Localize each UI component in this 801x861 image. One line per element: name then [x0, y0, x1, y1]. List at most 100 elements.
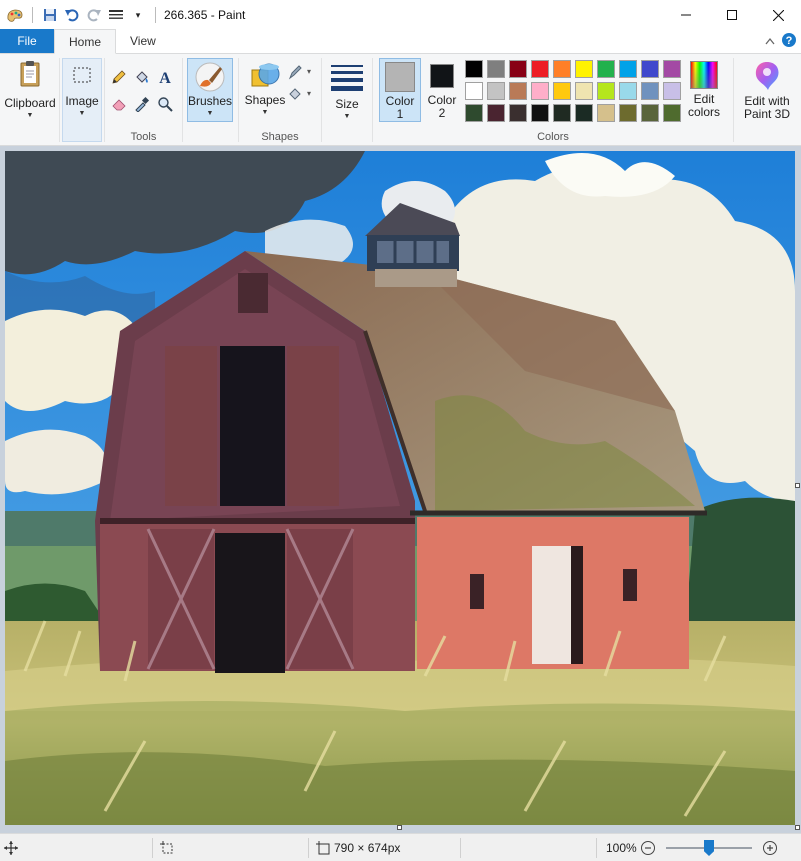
resize-handle-corner[interactable]: [795, 825, 800, 830]
group-tools: A Tools: [105, 54, 182, 146]
palette-swatch[interactable]: [465, 82, 483, 100]
help-icon[interactable]: ?: [781, 32, 797, 51]
zoom-level: 100%: [606, 841, 637, 855]
image-label: Image: [65, 94, 99, 108]
palette-swatch[interactable]: [465, 104, 483, 122]
group-size: Size ▼: [322, 54, 372, 146]
separator: [308, 838, 309, 858]
clipboard-button[interactable]: Clipboard ▼: [2, 58, 58, 124]
separator: [460, 838, 461, 858]
palette-swatch[interactable]: [553, 82, 571, 100]
palette-swatch[interactable]: [619, 104, 637, 122]
properties-icon[interactable]: [107, 6, 125, 24]
palette-swatch[interactable]: [641, 82, 659, 100]
edit-with-paint3d-button[interactable]: Edit with Paint 3D: [736, 58, 798, 128]
palette-swatch[interactable]: [575, 60, 593, 78]
window-title: 266.365 - Paint: [164, 8, 246, 22]
palette-swatch[interactable]: [641, 104, 659, 122]
tab-home[interactable]: Home: [54, 29, 117, 54]
selection-icon: [160, 841, 173, 854]
image-size-icon: [316, 841, 330, 855]
palette-swatch[interactable]: [597, 60, 615, 78]
pencil-icon[interactable]: [109, 67, 129, 87]
separator: [155, 7, 156, 23]
redo-icon[interactable]: [85, 6, 103, 24]
minimize-button[interactable]: [663, 0, 709, 30]
cursor-position: [4, 834, 18, 861]
clipboard-icon: [20, 61, 40, 87]
palette-swatch[interactable]: [619, 82, 637, 100]
color1-swatch: [385, 62, 415, 92]
palette-swatch[interactable]: [663, 60, 681, 78]
undo-icon[interactable]: [63, 6, 81, 24]
close-button[interactable]: [755, 0, 801, 30]
palette-swatch[interactable]: [575, 82, 593, 100]
color1-label: Color 1: [385, 94, 415, 121]
drawing-canvas[interactable]: [5, 151, 795, 825]
color1-button[interactable]: Color 1: [379, 58, 421, 122]
fill-icon[interactable]: ▾: [287, 84, 313, 104]
zoom-slider[interactable]: [666, 834, 752, 861]
minus-icon: [641, 841, 655, 855]
zoom-out-button[interactable]: [640, 834, 656, 861]
palette-swatch[interactable]: [619, 60, 637, 78]
ribbon-tab-controls: ?: [765, 29, 801, 53]
save-icon[interactable]: [41, 6, 59, 24]
eraser-icon[interactable]: [109, 94, 129, 114]
separator: [152, 838, 153, 858]
size-button[interactable]: Size ▼: [326, 58, 368, 122]
palette-swatch[interactable]: [509, 82, 527, 100]
palette-swatch[interactable]: [487, 82, 505, 100]
palette-swatch[interactable]: [575, 104, 593, 122]
maximize-button[interactable]: [709, 0, 755, 30]
palette-swatch[interactable]: [663, 82, 681, 100]
move-cursor-icon: [4, 841, 18, 855]
palette-swatch[interactable]: [531, 104, 549, 122]
palette-swatch[interactable]: [641, 60, 659, 78]
zoom-in-button[interactable]: [762, 834, 778, 861]
palette-swatch[interactable]: [509, 104, 527, 122]
fill-bucket-icon[interactable]: [132, 67, 152, 87]
palette-swatch[interactable]: [465, 60, 483, 78]
color-picker-icon[interactable]: [132, 94, 152, 114]
palette-swatch[interactable]: [553, 60, 571, 78]
palette-swatch[interactable]: [597, 104, 615, 122]
zoom-slider-track: [666, 840, 752, 856]
palette-swatch[interactable]: [531, 82, 549, 100]
canvas-workspace: [0, 146, 801, 833]
edit-colors-label: Edit colors: [687, 92, 720, 119]
tab-file[interactable]: File: [0, 29, 54, 53]
color2-button[interactable]: Color 2: [423, 58, 461, 122]
palette-swatch[interactable]: [531, 60, 549, 78]
palette-swatch[interactable]: [597, 82, 615, 100]
edit-colors-button[interactable]: Edit colors: [683, 58, 725, 122]
resize-handle-bottom[interactable]: [397, 825, 402, 830]
color-spectrum-icon: [690, 61, 718, 89]
selection-size: [160, 834, 174, 861]
paint-app-icon[interactable]: [6, 6, 24, 24]
palette-swatch[interactable]: [553, 104, 571, 122]
shapes-button[interactable]: Shapes ▼: [243, 58, 287, 122]
ribbon-tabs: File Home View ?: [0, 29, 801, 54]
tab-view[interactable]: View: [116, 29, 170, 53]
magnifier-icon[interactable]: [155, 94, 175, 114]
resize-handle-right[interactable]: [795, 483, 800, 488]
barn-painting: [5, 151, 795, 825]
color2-swatch: [430, 64, 454, 88]
chevron-down-icon: ▼: [343, 113, 351, 120]
brushes-button[interactable]: Brushes ▼: [187, 58, 233, 122]
chevron-down-icon[interactable]: ▾: [129, 6, 147, 24]
text-icon[interactable]: A: [155, 67, 175, 87]
title-bar: ▾ 266.365 - Paint: [0, 0, 801, 30]
image-button[interactable]: Image ▼: [62, 58, 102, 142]
zoom-slider-thumb[interactable]: [704, 840, 714, 856]
ribbon-home: Clipboard ▼ Image ▼ A Tools Brushes ▼ Sh…: [0, 54, 801, 146]
palette-swatch[interactable]: [509, 60, 527, 78]
collapse-ribbon-icon[interactable]: [765, 34, 775, 48]
palette-swatch[interactable]: [487, 104, 505, 122]
chevron-down-icon: ▼: [26, 112, 34, 119]
palette-swatch[interactable]: [663, 104, 681, 122]
color2-label: Color 2: [427, 93, 457, 120]
outline-icon[interactable]: ▾: [287, 62, 313, 82]
palette-swatch[interactable]: [487, 60, 505, 78]
